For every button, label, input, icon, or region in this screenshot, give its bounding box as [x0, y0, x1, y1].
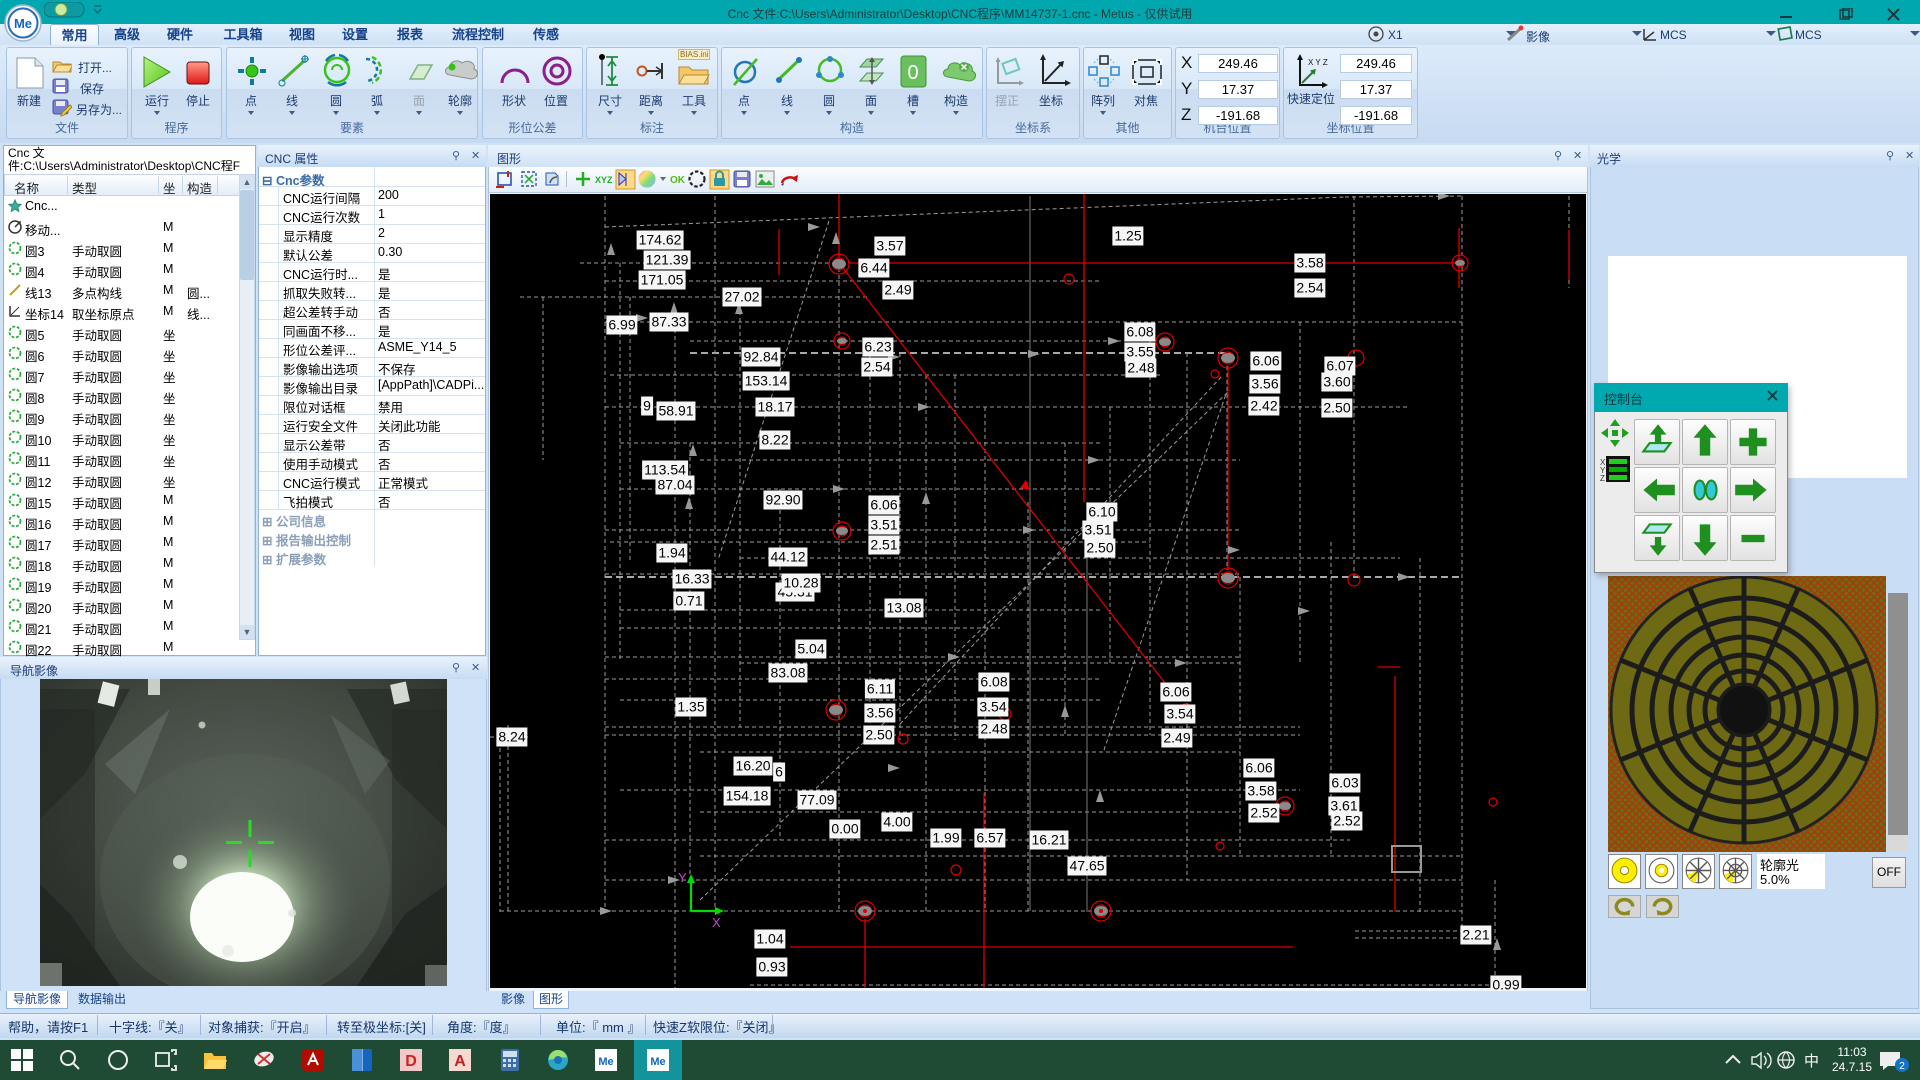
- svg-text:XYZ: XYZ: [595, 175, 613, 185]
- svg-text:Y: Y: [678, 870, 687, 885]
- svg-text:D: D: [405, 1053, 417, 1070]
- svg-text:2: 2: [1899, 1061, 1905, 1072]
- svg-text:0: 0: [907, 62, 918, 84]
- svg-text:Me: Me: [650, 1056, 665, 1068]
- svg-text:A: A: [454, 1053, 466, 1070]
- svg-text:X Y Z: X Y Z: [1308, 58, 1328, 67]
- svg-text:OK: OK: [670, 175, 686, 186]
- svg-text:Z: Z: [1600, 474, 1605, 483]
- svg-text:Me: Me: [14, 16, 32, 31]
- svg-text:Me: Me: [598, 1056, 613, 1068]
- svg-text:X: X: [712, 915, 721, 930]
- svg-text:中: 中: [1804, 1053, 1819, 1070]
